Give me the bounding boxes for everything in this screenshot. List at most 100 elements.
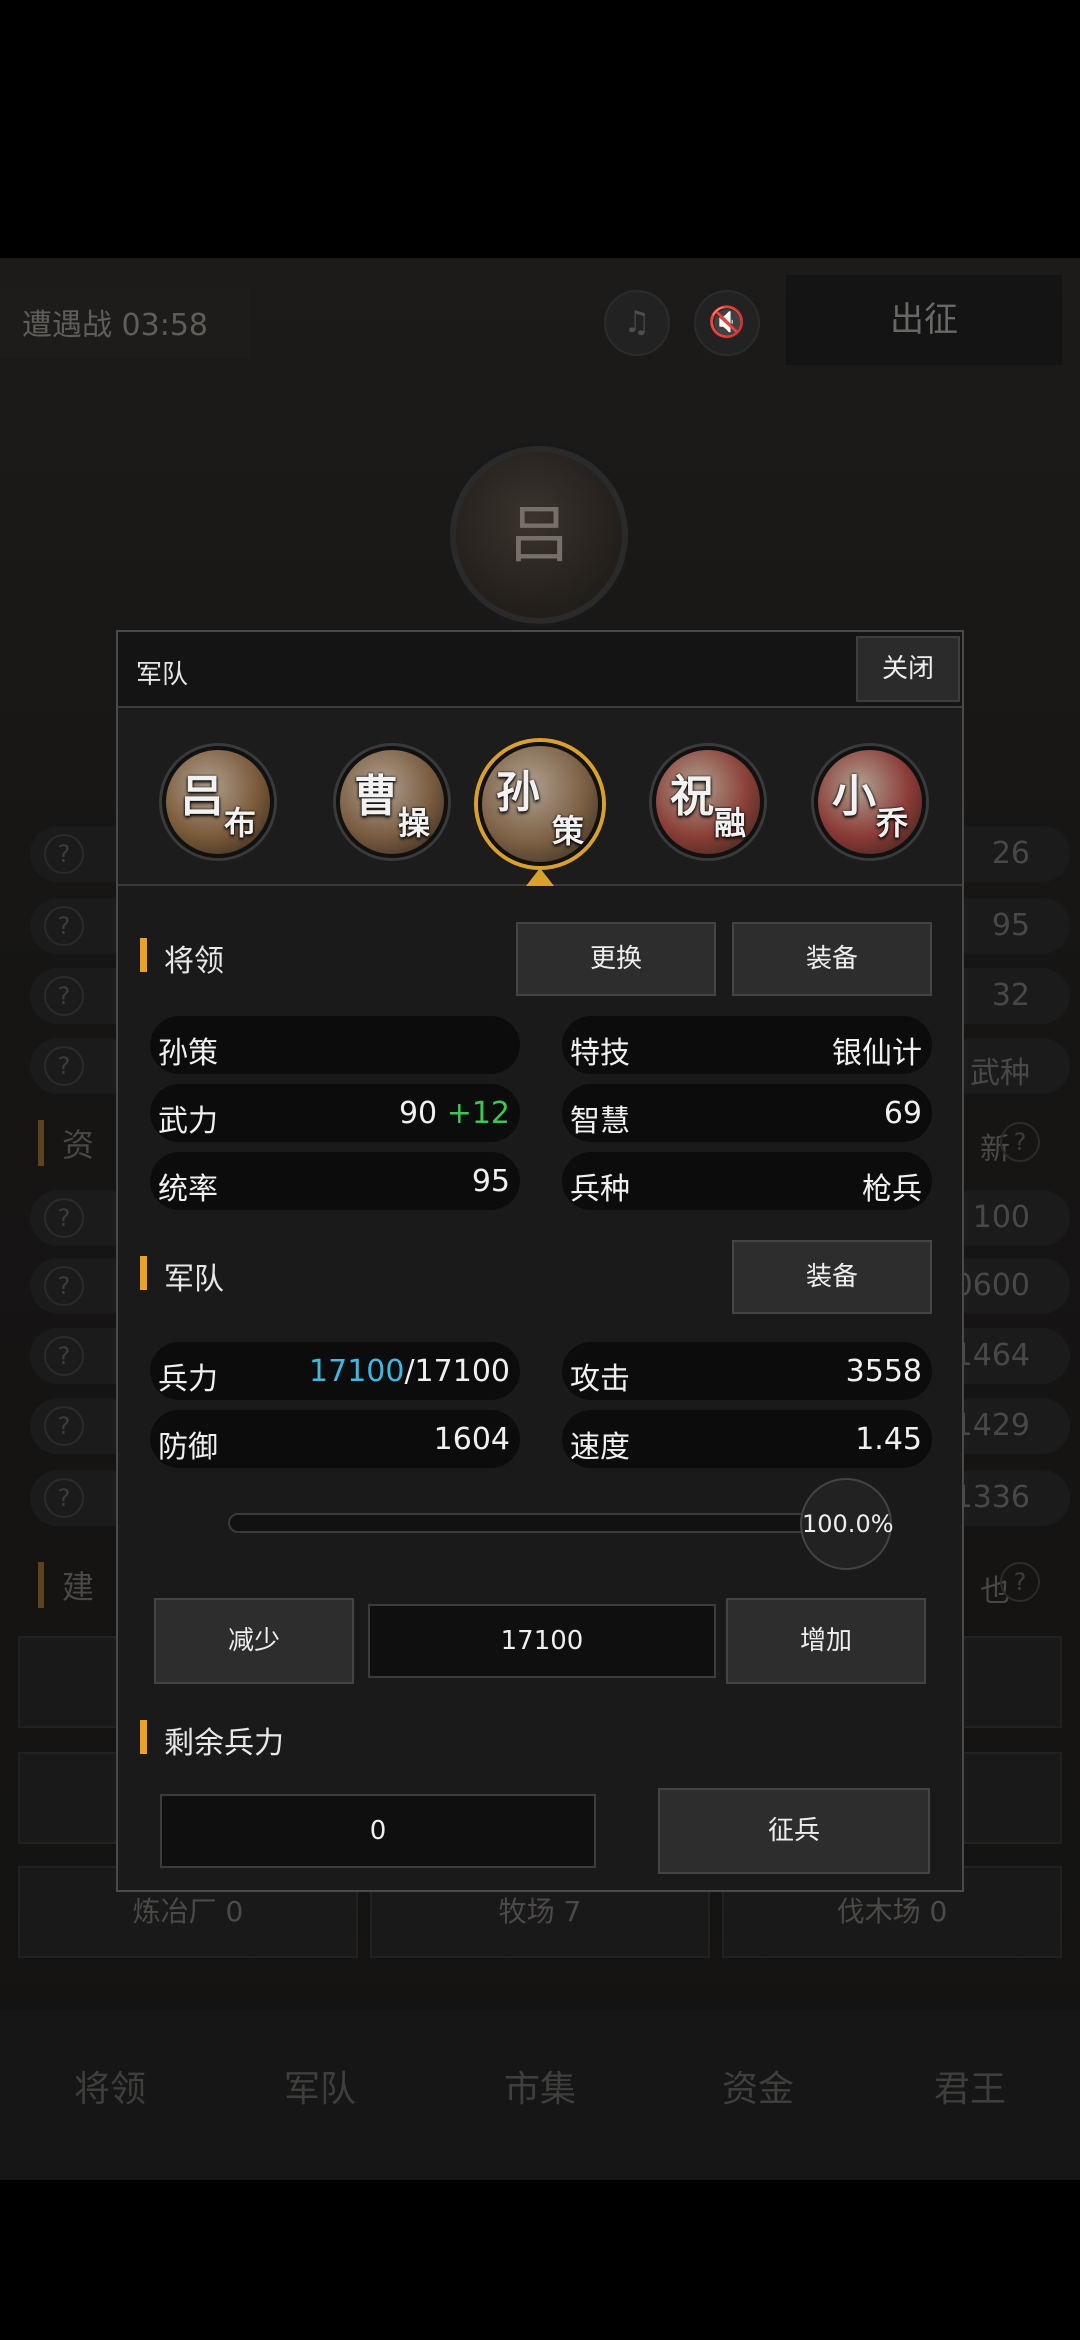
avatar-char: 孙: [496, 767, 540, 818]
nav-army[interactable]: 军队: [220, 2060, 420, 2112]
troops-current: 17100: [309, 1354, 405, 1389]
wisdom-label: 智慧: [570, 1104, 630, 1139]
defense-value: 1604: [433, 1422, 510, 1457]
troop-type-stat: 兵种 枪兵: [562, 1152, 932, 1210]
general-avatar-lvbu[interactable]: 吕 布: [162, 746, 274, 858]
avatar-char: 曹: [354, 771, 398, 822]
attack-stat: 攻击 3558: [562, 1342, 932, 1400]
skill-stat: 特技 银仙计: [562, 1016, 932, 1074]
force-label: 武力: [158, 1104, 218, 1139]
wisdom-stat: 智慧 69: [562, 1084, 932, 1142]
speed-label: 速度: [570, 1430, 630, 1465]
bg-resource-value: 1336: [953, 1480, 1030, 1515]
troop-type-label: 兵种: [570, 1172, 630, 1207]
troops-value-group: 17100/17100: [309, 1354, 510, 1389]
command-label: 统率: [158, 1172, 218, 1207]
troop-type-value: 枪兵: [862, 1172, 922, 1207]
general-avatar-zhurong[interactable]: 祝 融: [652, 746, 764, 858]
remaining-section-heading: 剩余兵力: [140, 1718, 284, 1762]
avatar-char: 融: [713, 804, 746, 842]
avatar-char: 吕: [507, 498, 570, 571]
avatar-char: 布: [223, 804, 256, 842]
battle-timer: 遭遇战 03:58: [22, 308, 208, 343]
decrease-button[interactable]: 减少: [154, 1598, 354, 1684]
general-name-field: 孙策: [150, 1016, 520, 1074]
skill-label: 特技: [570, 1036, 630, 1071]
skill-value: 银仙计: [832, 1036, 922, 1071]
general-section-heading: 将领: [140, 936, 224, 980]
troops-label: 兵力: [158, 1362, 218, 1397]
bg-resource-value: 100: [972, 1200, 1030, 1235]
music-off-icon[interactable]: ♫: [604, 290, 670, 356]
help-icon: ?: [44, 1406, 84, 1446]
nav-market[interactable]: 市集: [440, 2060, 640, 2112]
equip-general-button[interactable]: 装备: [732, 922, 932, 996]
troop-slider-thumb[interactable]: 100.0%: [800, 1478, 894, 1570]
troops-stat: 兵力 17100/17100: [150, 1342, 520, 1400]
general-avatar-sunce[interactable]: 孙 策: [478, 742, 602, 866]
dialog-title: 军队: [136, 660, 189, 690]
nav-funds[interactable]: 资金: [658, 2060, 858, 2112]
general-avatar-xiaoqiao[interactable]: 小 乔: [814, 746, 926, 858]
bg-resource-value: 1429: [953, 1408, 1030, 1443]
recruit-button[interactable]: 征兵: [658, 1788, 930, 1874]
troop-slider-track[interactable]: [228, 1513, 828, 1533]
remaining-troops-field: 0: [160, 1794, 596, 1868]
replace-general-button[interactable]: 更换: [516, 922, 716, 996]
main-general-avatar[interactable]: 吕: [450, 446, 628, 624]
equip-army-button[interactable]: 装备: [732, 1240, 932, 1314]
selected-indicator-icon: [526, 868, 554, 886]
nav-generals[interactable]: 将领: [10, 2060, 210, 2112]
general-selector: 吕 布 曹 操 孙 策 祝 融 小 乔: [118, 710, 962, 886]
bg-resource-value: 1464: [953, 1338, 1030, 1373]
help-icon: ?: [44, 1198, 84, 1238]
bg-build-heading: 建: [38, 1562, 94, 1608]
increase-button[interactable]: 增加: [726, 1598, 926, 1684]
wisdom-value: 69: [883, 1096, 922, 1131]
help-icon[interactable]: ?: [1000, 1122, 1040, 1162]
troop-amount-field[interactable]: 17100: [368, 1604, 716, 1678]
help-icon: ?: [44, 1046, 84, 1086]
avatar-char: 乔: [875, 804, 908, 842]
help-icon: ?: [44, 906, 84, 946]
defense-stat: 防御 1604: [150, 1410, 520, 1468]
avatar-char: 操: [397, 804, 430, 842]
force-bonus: +12: [446, 1096, 510, 1131]
go-button[interactable]: 出征: [786, 275, 1062, 365]
bg-resource-value: 0600: [953, 1268, 1030, 1303]
help-icon: ?: [44, 834, 84, 874]
close-button[interactable]: 关闭: [856, 636, 960, 702]
help-icon: ?: [44, 1478, 84, 1518]
avatar-char: 小: [832, 771, 876, 822]
attack-value: 3558: [845, 1354, 922, 1389]
dialog-header: 军队 关闭: [118, 632, 962, 708]
avatar-char: 祝: [670, 771, 714, 822]
general-avatar-caocao[interactable]: 曹 操: [336, 746, 448, 858]
army-dialog: 军队 关闭 吕 布 曹 操 孙 策 祝 融 小 乔 将领 更换 装备 孙策 特技…: [116, 630, 964, 1892]
screen: 遭遇战 03:58 ♫ 🔇 出征 吕 ? 26 ? 95 ? 32 ? 武种 资…: [0, 0, 1080, 2340]
help-icon: ?: [44, 976, 84, 1016]
army-section-heading: 军队: [140, 1254, 224, 1298]
force-stat: 武力 90 +12: [150, 1084, 520, 1142]
bg-resource-heading: 资: [38, 1120, 94, 1166]
command-value: 95: [471, 1164, 510, 1199]
bg-stat-value: 武种: [970, 1056, 1030, 1091]
sound-off-icon[interactable]: 🔇: [694, 290, 760, 356]
troops-max: /17100: [404, 1354, 510, 1389]
attack-label: 攻击: [570, 1362, 630, 1397]
speed-value: 1.45: [855, 1422, 922, 1457]
bg-stat-value: 32: [991, 978, 1030, 1013]
nav-king[interactable]: 君王: [870, 2060, 1070, 2112]
command-stat: 统率 95: [150, 1152, 520, 1210]
help-icon: ?: [44, 1266, 84, 1306]
speed-stat: 速度 1.45: [562, 1410, 932, 1468]
force-value: 90: [398, 1096, 438, 1131]
avatar-char: 吕: [180, 771, 224, 822]
bg-stat-value: 95: [991, 908, 1030, 943]
avatar-char: 策: [551, 812, 584, 850]
help-icon: ?: [44, 1336, 84, 1376]
defense-label: 防御: [158, 1430, 218, 1465]
help-icon[interactable]: ?: [1000, 1562, 1040, 1602]
general-name: 孙策: [158, 1036, 218, 1071]
bg-stat-value: 26: [991, 836, 1030, 871]
